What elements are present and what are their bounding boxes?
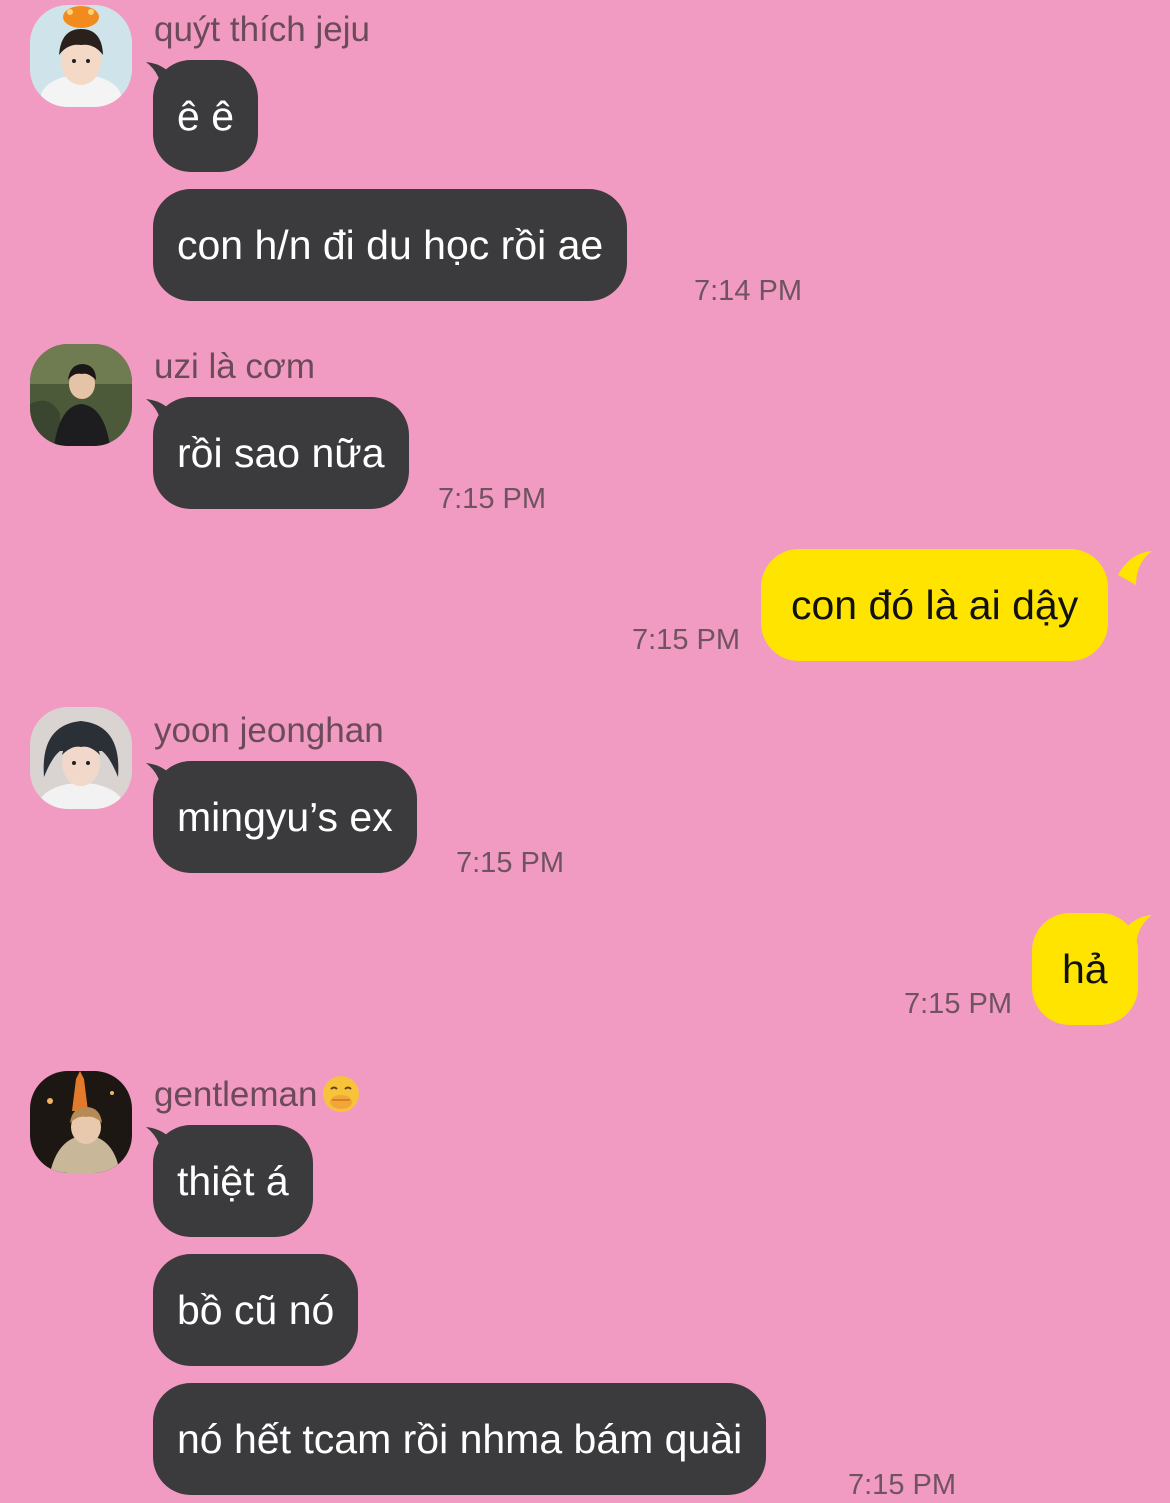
sender-name: quýt thích jeju (154, 10, 370, 49)
message-bubble[interactable]: bồ cũ nó (153, 1254, 359, 1366)
message-bubble[interactable]: ê ê (153, 60, 258, 172)
bubble-tail (1118, 551, 1152, 585)
message-time: 7:15 PM (438, 483, 546, 515)
avatar-outdoor-photo-icon (30, 344, 132, 446)
message-bubble[interactable]: nó hết tcam rồi nhma bám quài (153, 1383, 767, 1495)
avatar-orange-headpiece-icon (30, 5, 132, 107)
sender-name: uzi là cơm (154, 347, 316, 386)
message-bubble[interactable]: hả (1032, 913, 1138, 1025)
avatar[interactable] (30, 5, 132, 107)
sender-name-text: gentleman (154, 1075, 318, 1114)
message-bubble[interactable]: thiệt á (153, 1125, 313, 1237)
message-time: 7:15 PM (632, 624, 740, 656)
message-bubble[interactable]: rồi sao nữa (153, 397, 409, 509)
message-time: 7:15 PM (456, 847, 564, 879)
avatar-night-tower-icon (30, 1071, 132, 1173)
hand-over-mouth-emoji-icon (323, 1075, 360, 1112)
message-time: 7:15 PM (904, 988, 1012, 1020)
chat-thread[interactable]: quýt thích jeju ê ê con h/n đi du học rồ… (0, 0, 1170, 1503)
avatar[interactable] (30, 707, 132, 809)
message-time: 7:14 PM (694, 275, 802, 307)
message-bubble[interactable]: con h/n đi du học rồi ae (153, 189, 628, 301)
sender-name: yoon jeonghan (154, 711, 384, 750)
message-time: 7:15 PM (848, 1469, 956, 1501)
message-bubble[interactable]: con đó là ai dậy (761, 549, 1109, 661)
message-bubble[interactable]: mingyu’s ex (153, 761, 417, 873)
avatar-dark-hair-portrait-icon (30, 707, 132, 809)
avatar[interactable] (30, 344, 132, 446)
avatar[interactable] (30, 1071, 132, 1173)
sender-name: gentleman (154, 1075, 361, 1117)
